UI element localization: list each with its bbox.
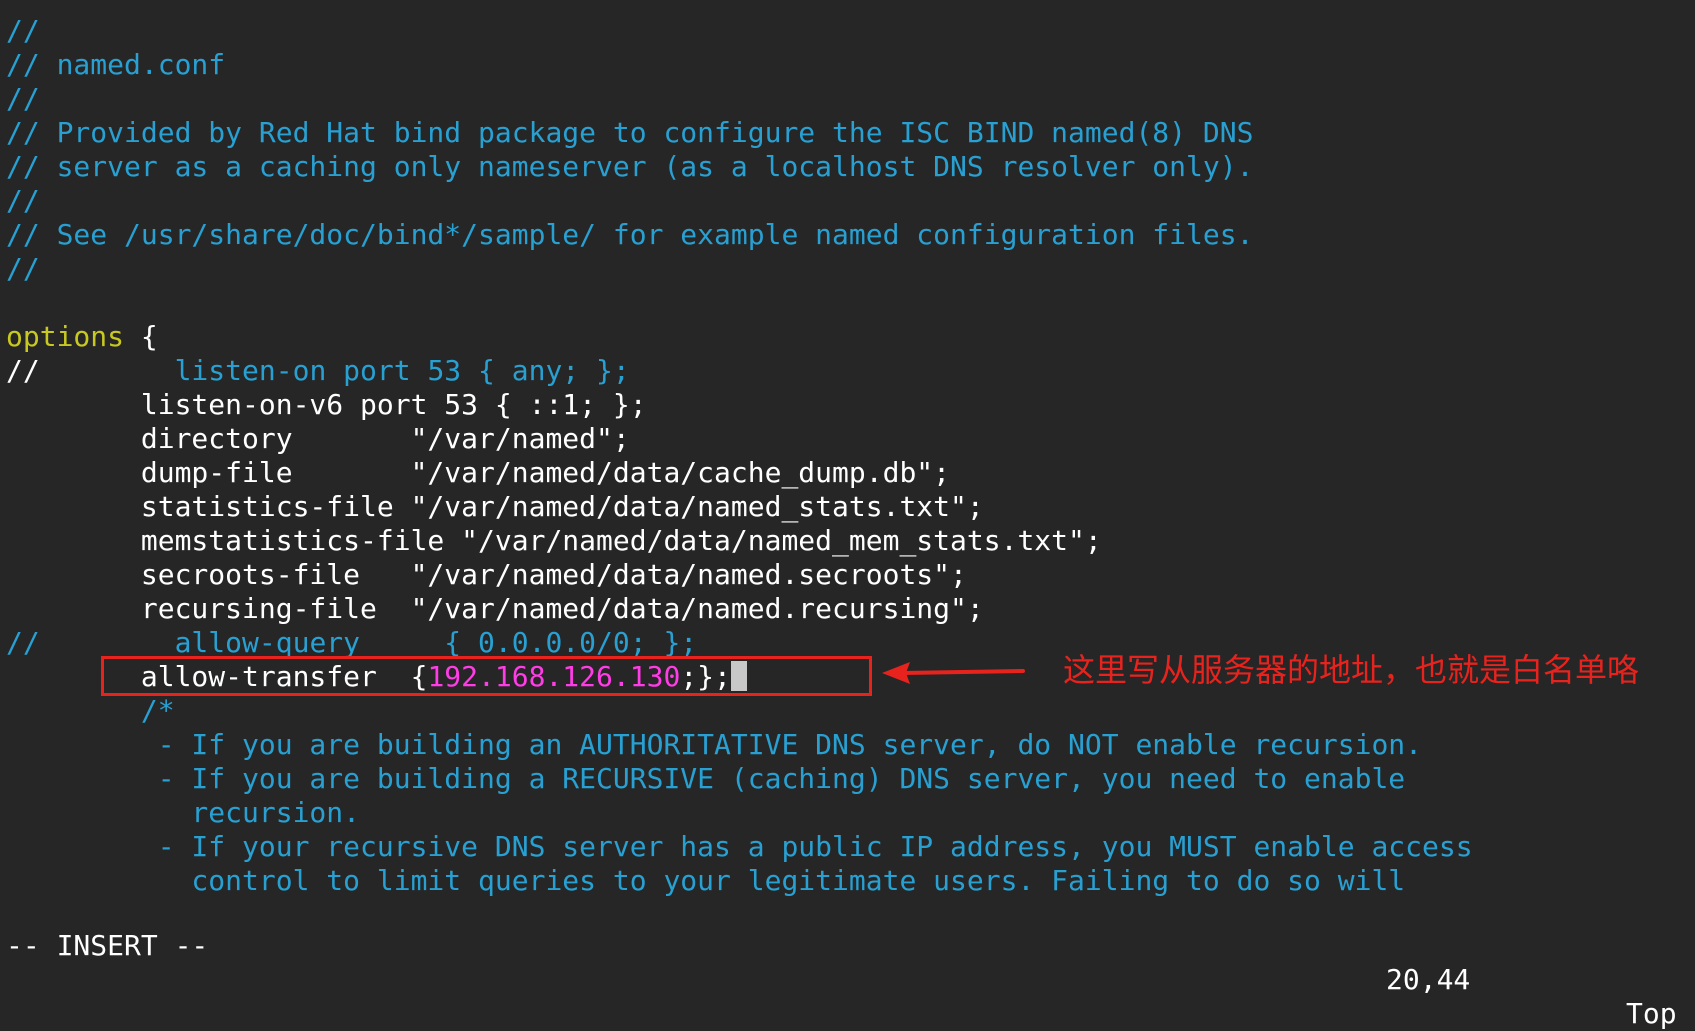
- code-editor[interactable]: // // named.conf // // Provided by Red H…: [6, 14, 1686, 898]
- code-line: //: [6, 252, 40, 285]
- code-line: - If you are building an AUTHORITATIVE D…: [6, 728, 1423, 761]
- code-line: //: [6, 184, 40, 217]
- cursor-position: 20,44: [1386, 963, 1471, 996]
- code-line: listen-on-v6 port 53 { ::1; };: [6, 388, 647, 421]
- code-line: //: [6, 82, 40, 115]
- mode-indicator: -- INSERT --: [6, 929, 209, 962]
- commented-code: listen-on port 53 { any; };: [39, 354, 630, 387]
- keyword-options: options: [6, 320, 125, 353]
- code-line: //: [6, 14, 40, 47]
- code-line: control to limit queries to your legitim…: [6, 864, 1406, 897]
- code-line: /*: [6, 694, 175, 727]
- comment-marker: //: [6, 626, 40, 659]
- code-line: dump-file "/var/named/data/cache_dump.db…: [6, 456, 951, 489]
- code-line: secroots-file "/var/named/data/named.sec…: [6, 558, 967, 591]
- code-line: recursion.: [6, 796, 361, 829]
- code-line: memstatistics-file "/var/named/data/name…: [6, 524, 1102, 557]
- comment-marker: //: [6, 354, 40, 387]
- commented-code: allow-query { 0.0.0.0/0; };: [39, 626, 698, 659]
- code-line: - If you are building a RECURSIVE (cachi…: [6, 762, 1406, 795]
- code-line: // server as a caching only nameserver (…: [6, 150, 1254, 183]
- code-line: recursing-file "/var/named/data/named.re…: [6, 592, 984, 625]
- status-bar: -- INSERT -- 20,44 Top: [6, 895, 1686, 1030]
- code-line: - If your recursive DNS server has a pub…: [6, 830, 1473, 863]
- highlight-box: [101, 656, 872, 696]
- scroll-position: Top: [1626, 997, 1677, 1030]
- code-line: // named.conf: [6, 48, 226, 81]
- annotation-note: 这里写从服务器的地址，也就是白名单咯: [1063, 651, 1640, 689]
- code-line: directory "/var/named";: [6, 422, 630, 455]
- arrow-left-icon: [882, 662, 1025, 684]
- code-line: // listen-on port 53 { any; };: [6, 354, 1686, 388]
- code-line: // Provided by Red Hat bind package to c…: [6, 116, 1254, 149]
- code-text: {: [124, 320, 158, 353]
- code-line: statistics-file "/var/named/data/named_s…: [6, 490, 984, 523]
- code-line: options {: [6, 320, 1686, 354]
- code-line: // See /usr/share/doc/bind*/sample/ for …: [6, 218, 1254, 251]
